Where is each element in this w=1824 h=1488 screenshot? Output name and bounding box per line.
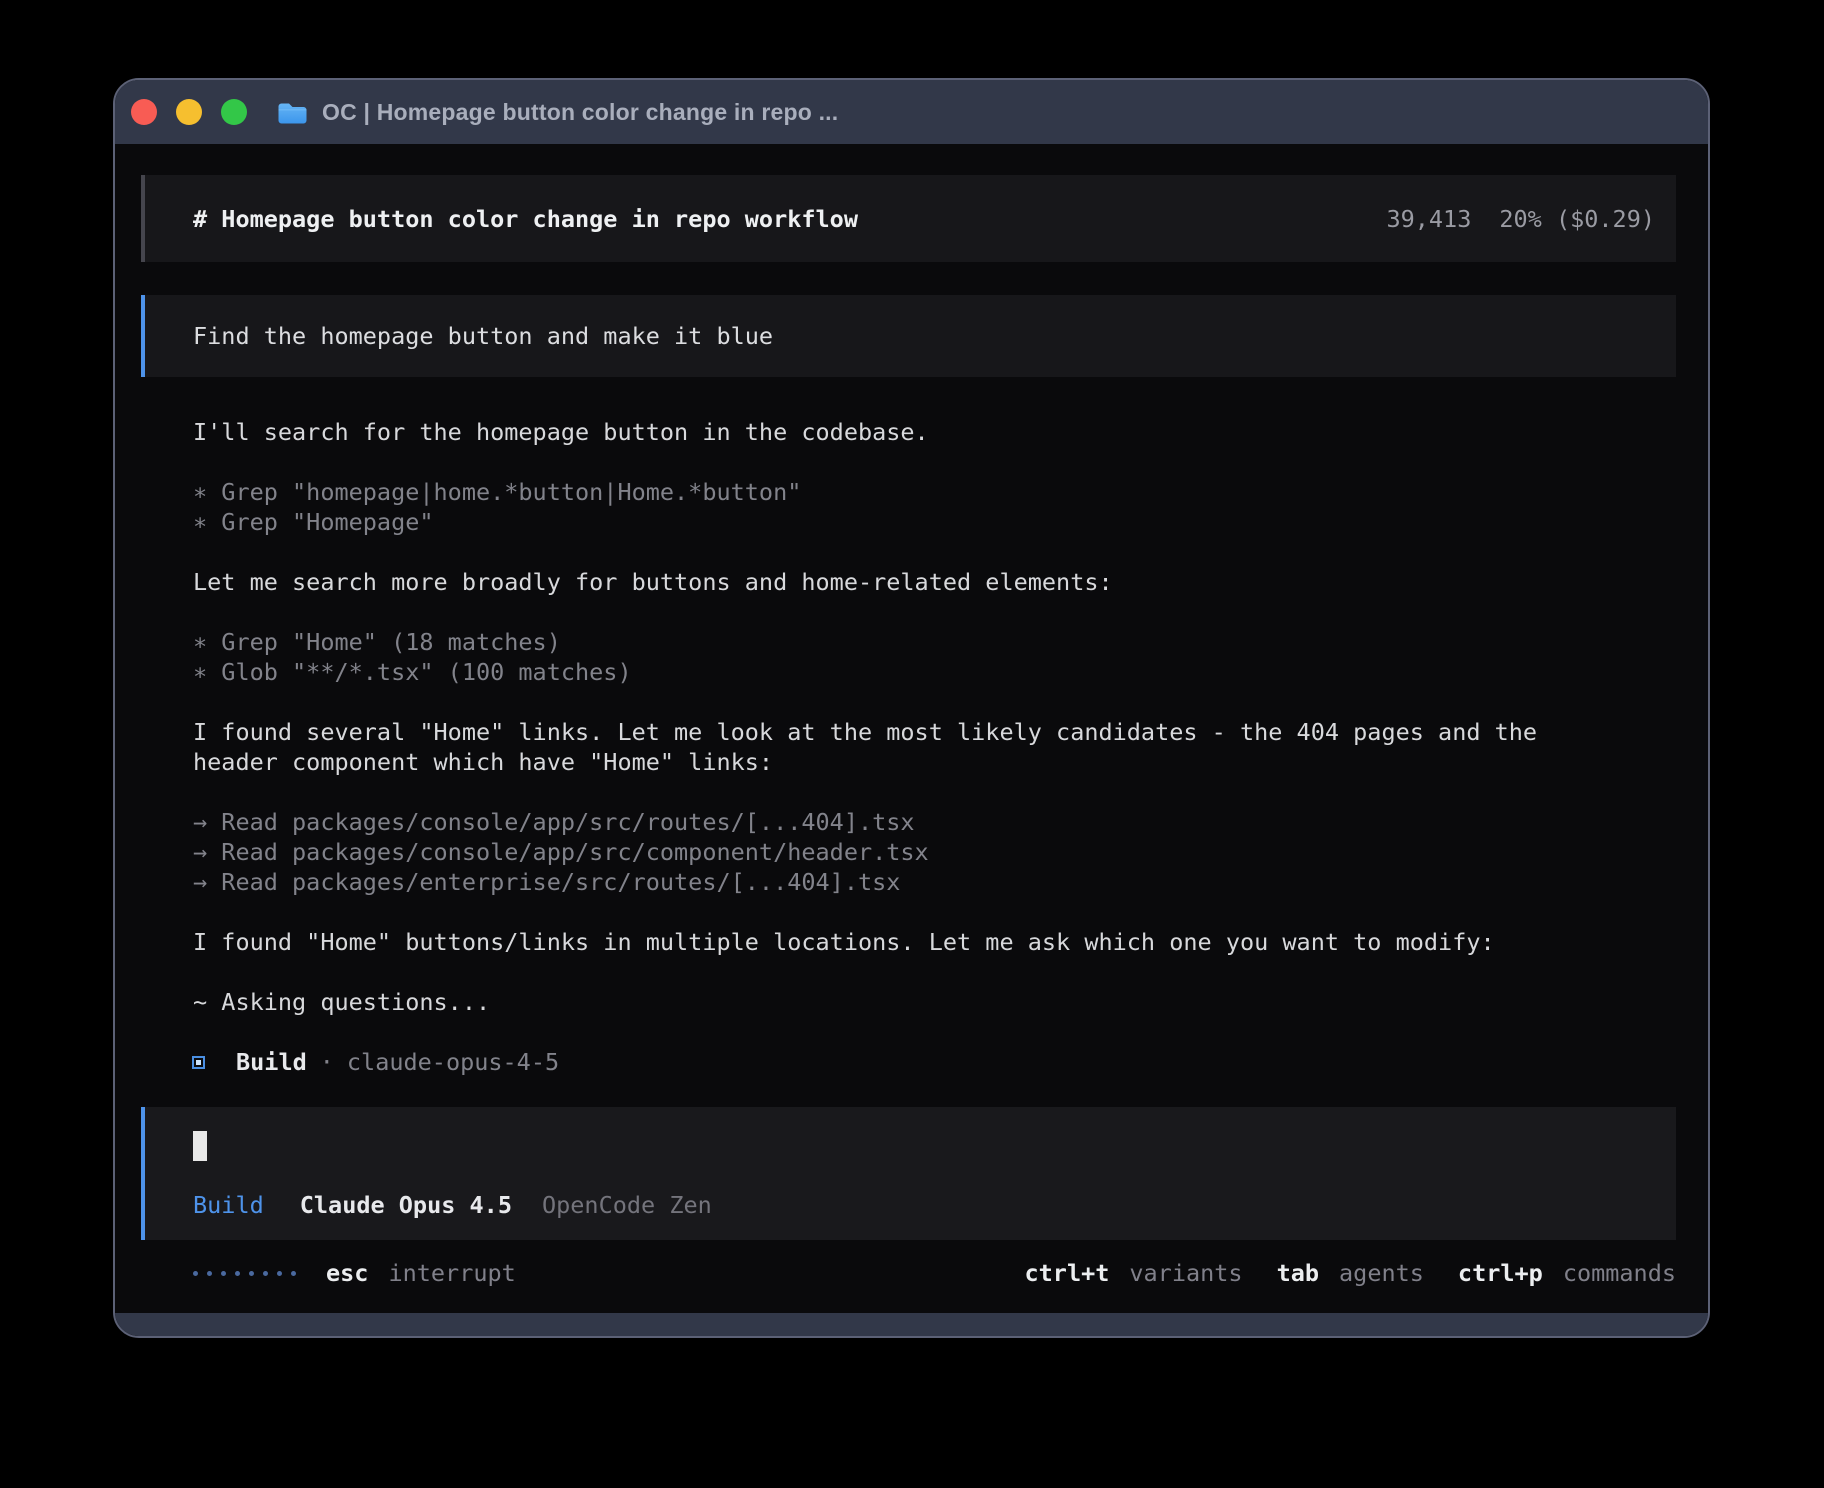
shortcut-key: ctrl+p [1458, 1259, 1543, 1287]
traffic-lights [131, 99, 247, 125]
minimize-button[interactable] [176, 99, 202, 125]
tool-call-group: ∗ Grep "Home" (18 matches)∗ Glob "**/*.t… [193, 627, 1676, 687]
tool-call-line: ∗ Grep "Home" (18 matches) [193, 627, 1676, 657]
status-bar: esc interrupt ctrl+t variants tab agents ct… [141, 1258, 1676, 1288]
shortcut-variants: ctrl+t variants [1025, 1258, 1243, 1288]
token-count: 39,413 [1386, 204, 1471, 234]
tool-call-group: → Read packages/console/app/src/routes/[… [193, 807, 1676, 897]
tool-call-group: ∗ Grep "homepage|home.*button|Home.*butt… [193, 477, 1676, 537]
session-title: # Homepage button color change in repo w… [193, 204, 858, 234]
text-line: ~ Asking questions... [193, 987, 1676, 1017]
tool-call-line: ∗ Grep "Homepage" [193, 507, 1676, 537]
tool-call-line: ∗ Grep "homepage|home.*button|Home.*butt… [193, 477, 1676, 507]
context-percent-cost: 20% ($0.29) [1499, 204, 1655, 234]
shortcut-label: interrupt [388, 1259, 515, 1287]
spinner-dot [193, 1271, 198, 1276]
model-name-label[interactable]: Claude Opus 4.5 [300, 1190, 512, 1220]
close-button[interactable] [131, 99, 157, 125]
assistant-text: ~ Asking questions... [193, 987, 1676, 1017]
window-title: OC | Homepage button color change in rep… [322, 99, 838, 126]
agent-mode-label[interactable]: Build [193, 1190, 264, 1220]
user-message-text: Find the homepage button and make it blu… [193, 321, 773, 351]
text-line: I'll search for the homepage button in t… [193, 417, 1676, 447]
tool-call-line: → Read packages/console/app/src/componen… [193, 837, 1676, 867]
build-agent-icon [192, 1056, 205, 1069]
assistant-text: Let me search more broadly for buttons a… [193, 567, 1676, 597]
model-info-line: Build Claude Opus 4.5 OpenCode Zen [193, 1190, 1652, 1220]
agent-name: Build [236, 1047, 307, 1077]
shortcut-interrupt: esc interrupt [326, 1258, 516, 1288]
build-agent-icon-inner [196, 1060, 201, 1065]
tool-call-line: → Read packages/enterprise/src/routes/[.… [193, 867, 1676, 897]
prompt-input-line[interactable] [193, 1131, 1652, 1161]
shortcut-key: esc [326, 1259, 368, 1287]
text-line: I found several "Home" links. Let me loo… [193, 717, 1676, 747]
conversation: I'll search for the homepage button in t… [141, 417, 1676, 1017]
spinner-dot [249, 1271, 254, 1276]
window-titlebar[interactable]: OC | Homepage button color change in rep… [115, 80, 1708, 144]
session-stats: 39,413 20% ($0.29) [1386, 204, 1655, 234]
shortcut-key: tab [1277, 1259, 1319, 1287]
zoom-button[interactable] [221, 99, 247, 125]
assistant-text: I found several "Home" links. Let me loo… [193, 717, 1676, 777]
spinner-dot [291, 1271, 296, 1276]
terminal-window: OC | Homepage button color change in rep… [113, 78, 1710, 1338]
tool-call-line: ∗ Glob "**/*.tsx" (100 matches) [193, 657, 1676, 687]
shortcut-label: agents [1339, 1259, 1424, 1287]
agent-status-row: Build · claude-opus-4-5 [141, 1047, 1676, 1077]
spinner-dot [277, 1271, 282, 1276]
spinner-dot [235, 1271, 240, 1276]
shortcut-label: commands [1563, 1259, 1676, 1287]
shortcut-commands: ctrl+p commands [1458, 1258, 1676, 1288]
spinner-dot [263, 1271, 268, 1276]
agent-separator: · [320, 1047, 334, 1077]
status-bar-right: ctrl+t variants tab agents ctrl+p commands [1025, 1258, 1677, 1288]
text-line: I found "Home" buttons/links in multiple… [193, 927, 1676, 957]
folder-icon [277, 100, 308, 125]
text-line: Let me search more broadly for buttons a… [193, 567, 1676, 597]
assistant-text: I'll search for the homepage button in t… [193, 417, 1676, 447]
shortcut-label: variants [1129, 1259, 1242, 1287]
tool-call-line: → Read packages/console/app/src/routes/[… [193, 807, 1676, 837]
shortcut-agents: tab agents [1277, 1258, 1424, 1288]
user-message: Find the homepage button and make it blu… [141, 295, 1676, 377]
assistant-text: I found "Home" buttons/links in multiple… [193, 927, 1676, 957]
session-header: # Homepage button color change in repo w… [141, 175, 1676, 262]
text-cursor [193, 1131, 207, 1161]
text-line: header component which have "Home" links… [193, 747, 1676, 777]
provider-label: OpenCode Zen [542, 1190, 712, 1220]
prompt-input[interactable]: Build Claude Opus 4.5 OpenCode Zen [141, 1107, 1676, 1240]
status-bar-left: esc interrupt [193, 1258, 516, 1288]
terminal-content[interactable]: # Homepage button color change in repo w… [115, 144, 1708, 1313]
spinner-dot [207, 1271, 212, 1276]
window-bottom-edge [115, 1313, 1708, 1336]
spinner-dots [193, 1271, 296, 1276]
shortcut-key: ctrl+t [1025, 1259, 1110, 1287]
agent-model-id: claude-opus-4-5 [347, 1047, 559, 1077]
spinner-dot [221, 1271, 226, 1276]
